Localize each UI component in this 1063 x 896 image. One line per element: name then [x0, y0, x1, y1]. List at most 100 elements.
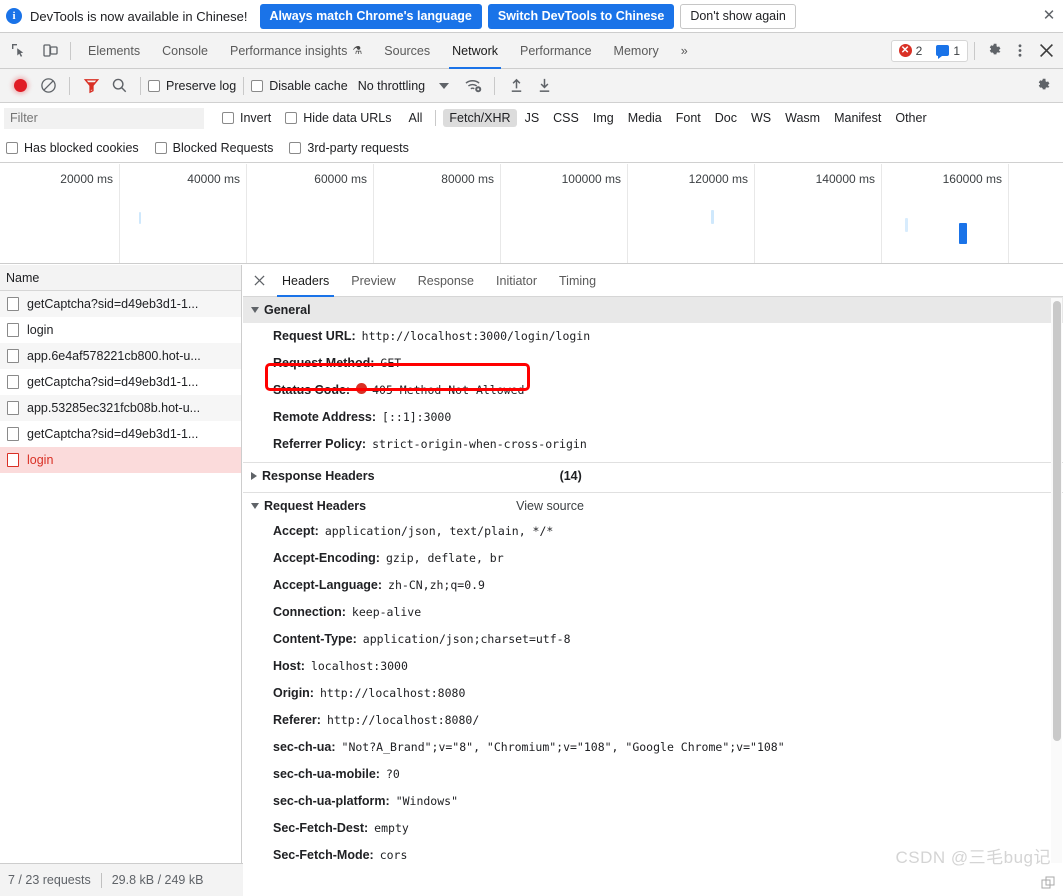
tab-memory[interactable]: Memory: [603, 33, 670, 69]
header-value: 405 Method Not Allowed: [372, 383, 525, 397]
device-toolbar-icon[interactable]: [36, 38, 64, 64]
request-name: login: [27, 452, 54, 467]
close-devtools-icon[interactable]: [1033, 38, 1059, 64]
resize-corner-icon[interactable]: [1041, 876, 1057, 892]
has-blocked-cookies-checkbox[interactable]: Has blocked cookies: [6, 141, 139, 155]
blocked-requests-checkbox[interactable]: Blocked Requests: [154, 141, 273, 155]
tab-console[interactable]: Console: [151, 33, 219, 69]
third-party-requests-box: [289, 141, 302, 154]
request-list-header[interactable]: Name: [0, 265, 241, 291]
network-conditions-icon[interactable]: [459, 73, 487, 99]
dont-show-again-button[interactable]: Don't show again: [680, 3, 796, 29]
table-row[interactable]: app.53285ec321fcb08b.hot-u...: [0, 395, 241, 421]
nettool-divider-3: [243, 76, 245, 95]
filter-type-doc[interactable]: Doc: [709, 109, 743, 127]
hide-data-urls-checkbox[interactable]: Hide data URLs: [285, 111, 392, 125]
inspect-element-icon[interactable]: [4, 38, 32, 64]
table-row-selected[interactable]: login: [0, 447, 241, 473]
chevron-down-icon[interactable]: [439, 82, 450, 89]
more-tabs-button[interactable]: »: [670, 33, 699, 69]
tab-performance[interactable]: Performance: [509, 33, 603, 69]
network-overview-timeline[interactable]: 20000 ms 40000 ms 60000 ms 80000 ms 1000…: [0, 164, 1063, 264]
section-response-headers[interactable]: Response Headers (14): [243, 462, 1063, 488]
preserve-log-checkbox[interactable]: Preserve log: [148, 79, 236, 93]
filter-type-media[interactable]: Media: [622, 109, 668, 127]
switch-to-chinese-button[interactable]: Switch DevTools to Chinese: [487, 3, 675, 29]
banner-close-icon[interactable]: ✕: [1041, 8, 1057, 24]
timeline-tick-60000: 60000 ms: [314, 172, 367, 186]
nettool-divider-1: [69, 76, 70, 95]
always-match-language-button[interactable]: Always match Chrome's language: [259, 3, 482, 29]
network-toolbar-right: [1029, 73, 1063, 99]
gear-icon[interactable]: [981, 38, 1007, 64]
export-har-icon[interactable]: [530, 73, 558, 99]
third-party-requests-label: 3rd-party requests: [307, 140, 409, 155]
filter-type-wasm[interactable]: Wasm: [779, 109, 826, 127]
filter-type-font[interactable]: Font: [670, 109, 707, 127]
tab-performance-insights[interactable]: Performance insights ⚗: [219, 33, 373, 69]
header-row-sec-ch-ua: sec-ch-ua: "Not?A_Brand";v="8", "Chromiu…: [243, 734, 1063, 761]
tab-preview[interactable]: Preview: [340, 265, 406, 297]
tab-timing[interactable]: Timing: [548, 265, 607, 297]
filter-divider: [435, 110, 437, 126]
clear-icon[interactable]: [34, 73, 62, 99]
invert-box: [222, 112, 234, 124]
record-button[interactable]: [6, 73, 34, 99]
filter-type-all[interactable]: All: [403, 109, 429, 127]
error-count-label: 2: [915, 43, 923, 58]
timeline-request-bar-selected: [959, 223, 967, 244]
timeline-tick-80000: 80000 ms: [441, 172, 494, 186]
tab-headers[interactable]: Headers: [271, 265, 340, 297]
message-count-badge[interactable]: 1: [929, 41, 967, 61]
response-headers-count: (14): [559, 468, 582, 483]
search-icon[interactable]: [105, 73, 133, 99]
section-request-headers[interactable]: Request Headers View source: [243, 492, 1063, 518]
table-row[interactable]: getCaptcha?sid=d49eb3d1-1...: [0, 421, 241, 447]
tab-network[interactable]: Network: [441, 33, 509, 69]
message-count-label: 1: [953, 43, 960, 58]
third-party-requests-checkbox[interactable]: 3rd-party requests: [289, 140, 409, 155]
view-source-link[interactable]: View source: [516, 499, 584, 513]
invert-checkbox[interactable]: Invert: [222, 111, 271, 125]
network-settings-icon[interactable]: [1029, 73, 1057, 99]
table-row[interactable]: app.6e4af578221cb800.hot-u...: [0, 343, 241, 369]
filter-type-other[interactable]: Other: [889, 109, 932, 127]
tab-performance-label: Performance: [519, 43, 592, 58]
error-count-badge[interactable]: ✕ 2: [892, 41, 930, 61]
filter-type-img[interactable]: Img: [587, 109, 620, 127]
table-row[interactable]: getCaptcha?sid=d49eb3d1-1...: [0, 291, 241, 317]
tab-initiator[interactable]: Initiator: [485, 265, 548, 297]
import-har-icon[interactable]: [502, 73, 530, 99]
filter-icon[interactable]: [77, 73, 105, 99]
filter-type-js[interactable]: JS: [519, 109, 546, 127]
more-options-icon[interactable]: [1007, 38, 1033, 64]
header-value: "Windows": [395, 794, 458, 808]
devtools-tabbar: Elements Console Performance insights ⚗ …: [0, 33, 1063, 69]
has-blocked-cookies-label: Has blocked cookies: [24, 140, 139, 155]
header-value: application/json;charset=utf-8: [362, 632, 571, 646]
filter-type-css[interactable]: CSS: [547, 109, 585, 127]
close-panel-icon[interactable]: [247, 269, 271, 293]
table-row[interactable]: getCaptcha?sid=d49eb3d1-1...: [0, 369, 241, 395]
table-row[interactable]: login: [0, 317, 241, 343]
tab-elements[interactable]: Elements: [77, 33, 151, 69]
blocked-requests-box: [154, 141, 167, 154]
network-status-bar: 7 / 23 requests 29.8 kB / 249 kB: [0, 863, 243, 896]
request-name: app.6e4af578221cb800.hot-u...: [27, 348, 201, 363]
section-general[interactable]: General: [243, 297, 1063, 323]
header-row-accept-encoding: Accept-Encoding: gzip, deflate, br: [243, 545, 1063, 572]
header-key: Host:: [273, 659, 305, 673]
throttling-select[interactable]: No throttling: [358, 79, 425, 93]
request-type-icon: [7, 322, 19, 337]
toolbar-divider: [70, 41, 71, 60]
search-input[interactable]: [4, 107, 204, 129]
header-key: sec-ch-ua-mobile:: [273, 767, 380, 781]
filter-type-manifest[interactable]: Manifest: [828, 109, 887, 127]
header-value: application/json, text/plain, */*: [324, 524, 554, 538]
filter-type-fetch-xhr[interactable]: Fetch/XHR: [443, 109, 517, 127]
filter-type-ws[interactable]: WS: [745, 109, 777, 127]
disable-cache-checkbox[interactable]: Disable cache: [251, 79, 348, 93]
details-scrollbar-thumb[interactable]: [1053, 301, 1061, 741]
tab-sources[interactable]: Sources: [373, 33, 441, 69]
tab-response[interactable]: Response: [407, 265, 485, 297]
